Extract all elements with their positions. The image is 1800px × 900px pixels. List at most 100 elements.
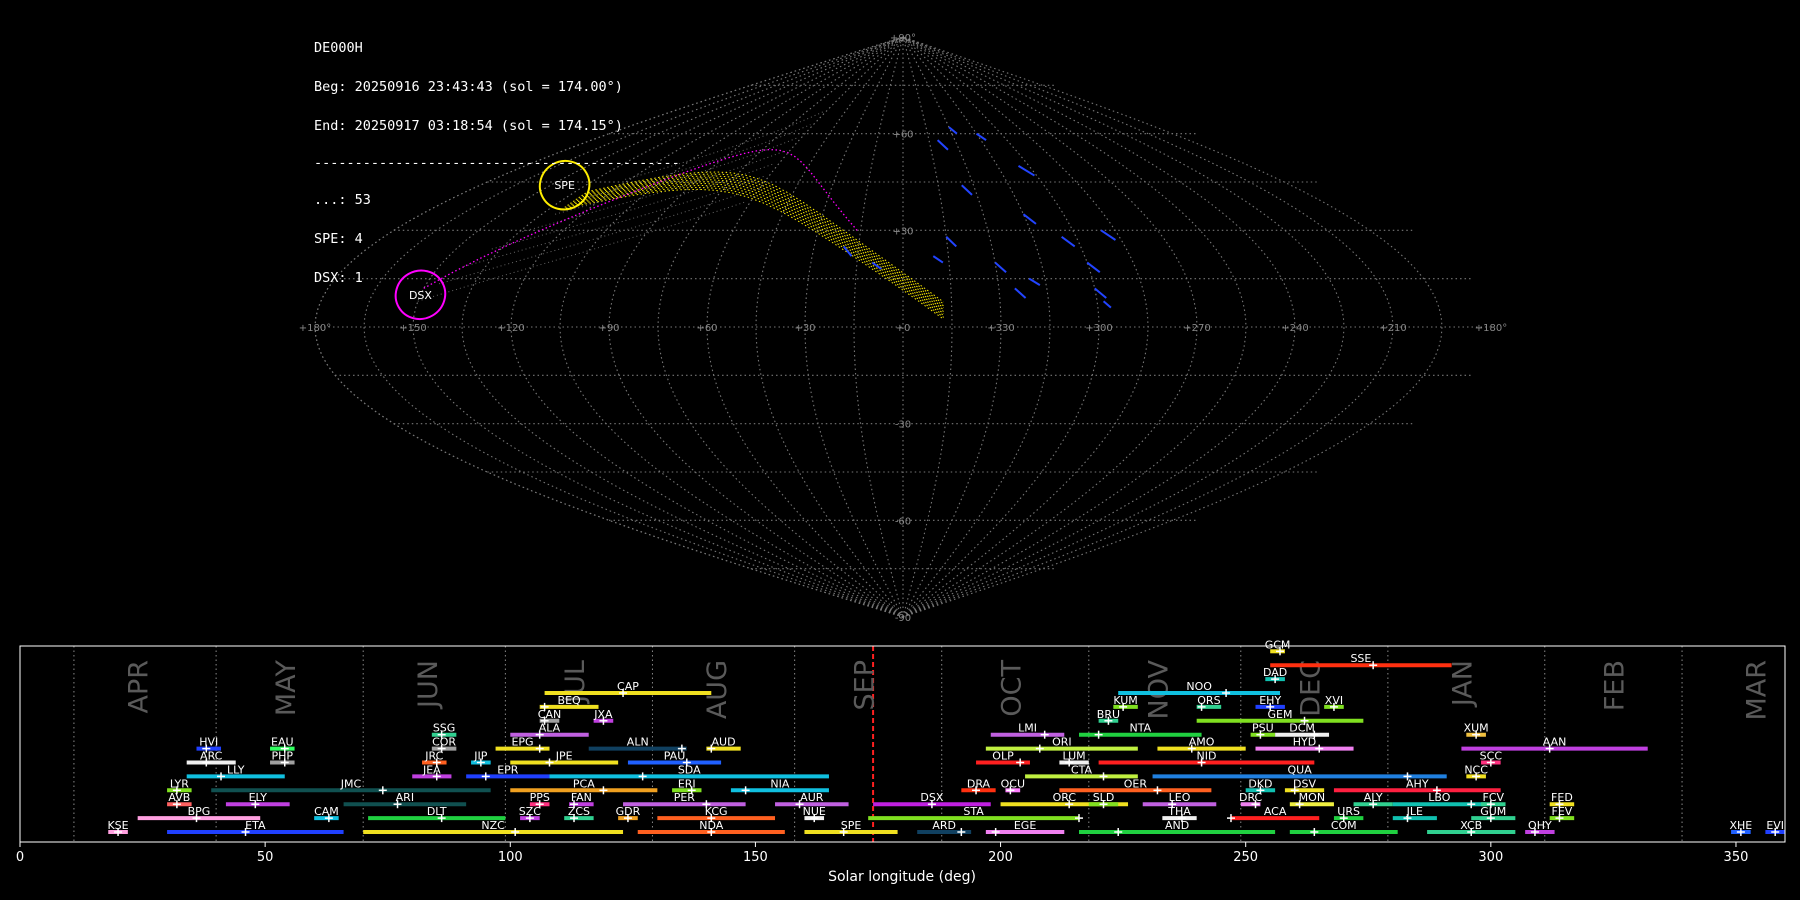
shower-code-label: NZC	[481, 819, 505, 832]
shower-code-label: NCC	[1464, 763, 1488, 776]
meteor-streak	[1100, 229, 1117, 241]
shower-code-label: DLT	[427, 805, 447, 818]
shower-code-label: SPE	[841, 819, 862, 832]
shower-code-label: DAD	[1263, 666, 1287, 679]
shower-code-label: LUM	[1063, 750, 1086, 763]
shower-code-label: GEM	[1268, 708, 1293, 721]
latitude-tick-label: +90°	[890, 33, 916, 44]
shower-code-label: XHE	[1729, 819, 1752, 832]
shower-code-label: OCU	[1001, 777, 1025, 790]
x-tick-label: 0	[16, 850, 24, 865]
shower-code-label: ARI	[396, 791, 414, 804]
shower-code-label: AMO	[1189, 736, 1215, 749]
shower-code-label: HYD	[1293, 736, 1316, 749]
month-label: DEC	[1295, 660, 1326, 717]
meteor-streak	[1017, 165, 1035, 177]
shower-code-label: JPE	[555, 750, 573, 763]
shower-code-label: ZCS	[568, 805, 590, 818]
shower-code-label: PHP	[272, 750, 294, 763]
meteor-streak	[1086, 261, 1101, 274]
shower-code-label: ORC	[1053, 791, 1077, 804]
longitude-tick-label: +30	[794, 323, 815, 334]
longitude-tick-label: +330	[987, 323, 1014, 334]
month-label: OCT	[996, 660, 1027, 717]
shower-code-label: JRC	[424, 750, 443, 763]
month-labels: APR MAY JUN JUL AUG SEP OCT NOV DEC JAN FEB MAR	[124, 659, 1773, 720]
shower-code-label: MON	[1299, 791, 1325, 804]
begin-time: Beg: 20250916 23:43:43 (sol = 174.00°)	[314, 79, 623, 95]
latitude-tick-label: -30	[895, 420, 911, 431]
meteor-streak	[1022, 213, 1037, 225]
shower-code-label: DSV	[1293, 777, 1316, 790]
meridian-line	[902, 36, 1443, 618]
longitude-tick-label: +300	[1085, 323, 1112, 334]
shower-code-label: ORS	[1197, 694, 1220, 707]
shower-code-label: ARC	[200, 750, 223, 763]
shower-code-label: BEQ	[558, 694, 581, 707]
shower-code-label: EGE	[1014, 819, 1036, 832]
shower-code-label: THA	[1167, 805, 1191, 818]
meteor-streak	[1102, 300, 1112, 309]
shower-code-label: PER	[674, 791, 696, 804]
meteor-streak	[945, 236, 957, 248]
month-label: APR	[124, 660, 155, 714]
meteor-streak	[961, 184, 973, 196]
end-time: End: 20250917 03:18:54 (sol = 174.15°)	[314, 118, 623, 134]
longitude-tick-label: +0	[896, 323, 911, 334]
shower-code-label: NTA	[1129, 722, 1151, 735]
meridian-line	[657, 36, 904, 618]
x-tick-label: 200	[988, 850, 1013, 865]
shower-code-label: NIA	[770, 777, 789, 790]
shower-code-label: JXA	[593, 708, 613, 721]
shower-code-label: OLP	[992, 750, 1014, 763]
station-id: DE000H	[314, 40, 363, 56]
shower-code-label: JEA	[422, 763, 441, 776]
meteor-streak	[932, 255, 944, 264]
shower-code-label: OHY	[1528, 819, 1552, 832]
shower-bars: GCMSSECAPDADNOOBEQ KUM ORS EHY XVICAN JXA BRU G…	[107, 640, 1785, 836]
meteor-streak	[1014, 287, 1027, 299]
latitude-tick-label: +30	[892, 226, 913, 237]
shower-code-label: LEO	[1169, 791, 1191, 804]
shower-code-label: CTA	[1071, 763, 1093, 776]
shower-code-label: CAP	[617, 680, 639, 693]
shower-code-label: PCA	[573, 777, 595, 790]
shower-code-label: AUD	[712, 736, 736, 749]
shower-code-label: PPS	[530, 791, 550, 804]
shower-code-label: LYR	[170, 777, 189, 790]
shower-code-label: HVI	[199, 736, 218, 749]
shower-code-label: NDA	[699, 819, 724, 832]
shower-code-label: AND	[1165, 819, 1189, 832]
shower-code-label: NOO	[1186, 680, 1212, 693]
shower-code-label: XVI	[1325, 694, 1343, 707]
shower-code-label: JLE	[1406, 805, 1423, 818]
shower-code-label: JIP	[473, 750, 487, 763]
shower-code-label: EPG	[511, 736, 533, 749]
shower-code-label: BRU	[1097, 708, 1120, 721]
x-tick-label: 300	[1478, 850, 1503, 865]
shower-code-label: FEV	[1552, 805, 1573, 818]
month-label: JAN	[1447, 660, 1478, 708]
shower-code-label: ACA	[1264, 805, 1287, 818]
latitude-tick-label: -60	[895, 516, 911, 527]
shower-code-label: PAU	[664, 750, 686, 763]
month-label: MAY	[271, 660, 302, 717]
shower-code-label: NUE	[803, 805, 826, 818]
month-label: NOV	[1143, 659, 1174, 719]
x-tick-label: 50	[257, 850, 274, 865]
shower-code-label: FAN	[571, 791, 592, 804]
shower-code-label: KCG	[705, 805, 728, 818]
shower-code-label: FCV	[1483, 791, 1505, 804]
shower-code-label: XUM	[1464, 722, 1489, 735]
meteor-streak	[1028, 277, 1041, 286]
shower-code-label: GDR	[616, 805, 641, 818]
shower-code-label: DRA	[967, 777, 991, 790]
shower-code-label: URS	[1337, 805, 1360, 818]
longitude-tick-label: +90	[598, 323, 619, 334]
longitude-tick-label: +180°	[1475, 323, 1507, 334]
latitude-tick-label: +60	[892, 130, 913, 141]
longitude-tick-label: +240	[1281, 323, 1308, 334]
shower-code-label: EHY	[1259, 694, 1281, 707]
shower-code-label: AVB	[168, 791, 190, 804]
count-dsx: DSX: 1	[314, 270, 363, 286]
